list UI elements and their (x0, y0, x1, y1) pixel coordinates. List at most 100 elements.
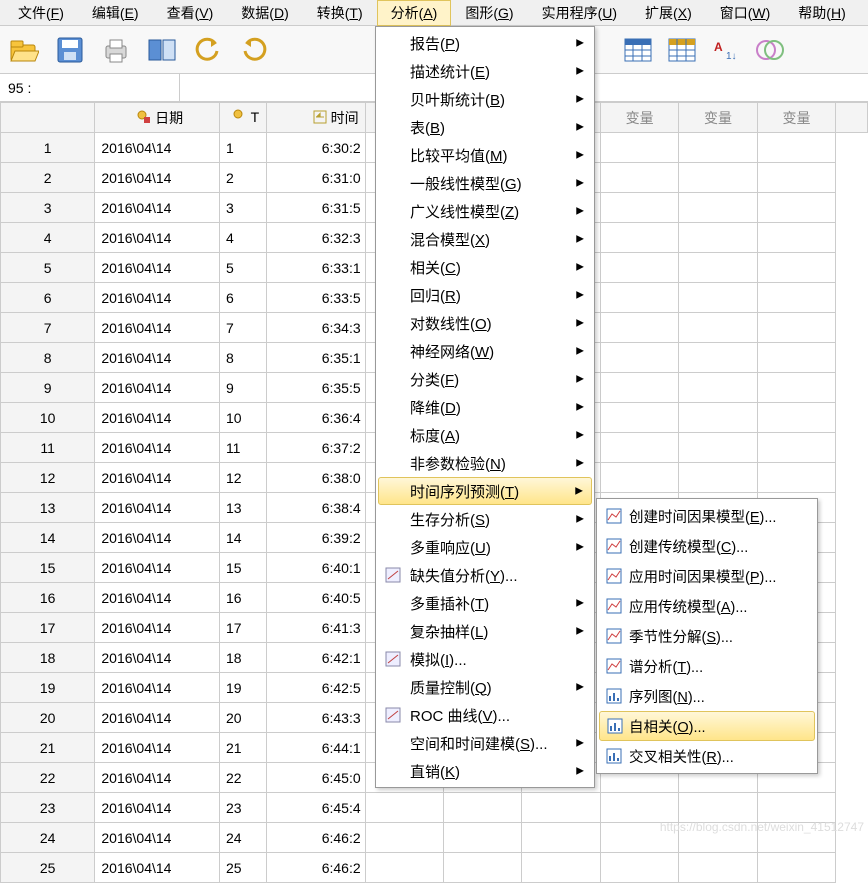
table-row[interactable]: 242016\04\14246:46:2 (1, 823, 868, 853)
recall-icon[interactable] (146, 34, 178, 66)
cell-empty[interactable] (679, 463, 757, 493)
cell-t[interactable]: 13 (219, 493, 266, 523)
cell-date[interactable]: 2016\04\14 (95, 433, 220, 463)
redo-icon[interactable] (238, 34, 270, 66)
cell-time[interactable]: 6:36:4 (266, 403, 365, 433)
cell-empty[interactable] (600, 793, 678, 823)
submenu-item[interactable]: 自相关(O)... (599, 711, 815, 741)
cell-empty[interactable] (679, 373, 757, 403)
menubar-item-d[interactable]: 数据(D) (227, 0, 302, 26)
cell-empty[interactable] (757, 793, 835, 823)
print-icon[interactable] (100, 34, 132, 66)
cell-empty[interactable] (444, 853, 522, 883)
cell-time[interactable]: 6:33:1 (266, 253, 365, 283)
cell-time[interactable]: 6:46:2 (266, 823, 365, 853)
cell-time[interactable]: 6:32:3 (266, 223, 365, 253)
cell-empty[interactable] (757, 433, 835, 463)
cell-empty[interactable] (365, 793, 443, 823)
cell-time[interactable]: 6:30:2 (266, 133, 365, 163)
cell-empty[interactable] (757, 463, 835, 493)
grid1-icon[interactable] (622, 34, 654, 66)
row-header[interactable]: 9 (1, 373, 95, 403)
cell-t[interactable]: 6 (219, 283, 266, 313)
cell-t[interactable]: 15 (219, 553, 266, 583)
cell-time[interactable]: 6:31:0 (266, 163, 365, 193)
cell-empty[interactable] (600, 463, 678, 493)
submenu-item[interactable]: 交叉相关性(R)... (599, 741, 815, 771)
cell-empty[interactable] (600, 313, 678, 343)
cell-date[interactable]: 2016\04\14 (95, 253, 220, 283)
undo-icon[interactable] (192, 34, 224, 66)
cell-empty[interactable] (600, 193, 678, 223)
cell-t[interactable]: 4 (219, 223, 266, 253)
submenu-item[interactable]: 序列图(N)... (599, 681, 815, 711)
menu-item[interactable]: 相关(C)▶ (378, 253, 592, 281)
cell-empty[interactable] (757, 343, 835, 373)
menubar-item-v[interactable]: 查看(V) (153, 0, 228, 26)
row-header[interactable]: 13 (1, 493, 95, 523)
menu-item[interactable]: 一般线性模型(G)▶ (378, 169, 592, 197)
cell-empty[interactable] (757, 253, 835, 283)
cell-date[interactable]: 2016\04\14 (95, 163, 220, 193)
submenu-item[interactable]: 创建时间因果模型(E)... (599, 501, 815, 531)
cell-time[interactable]: 6:40:5 (266, 583, 365, 613)
cell-empty[interactable] (600, 283, 678, 313)
col-header-var6[interactable]: 变量 (757, 103, 835, 133)
cell-t[interactable]: 3 (219, 193, 266, 223)
cell-empty[interactable] (600, 373, 678, 403)
cell-empty[interactable] (600, 853, 678, 883)
cell-empty[interactable] (600, 343, 678, 373)
cell-t[interactable]: 17 (219, 613, 266, 643)
cell-t[interactable]: 18 (219, 643, 266, 673)
cell-empty[interactable] (600, 403, 678, 433)
col-header-var5[interactable]: 变量 (679, 103, 757, 133)
menu-item[interactable]: 贝叶斯统计(B)▶ (378, 85, 592, 113)
menu-item[interactable]: 表(B)▶ (378, 113, 592, 141)
corner-header[interactable] (1, 103, 95, 133)
cell-date[interactable]: 2016\04\14 (95, 493, 220, 523)
row-header[interactable]: 24 (1, 823, 95, 853)
cell-t[interactable]: 21 (219, 733, 266, 763)
cell-empty[interactable] (757, 133, 835, 163)
cell-t[interactable]: 24 (219, 823, 266, 853)
menu-item[interactable]: 多重响应(U)▶ (378, 533, 592, 561)
row-header[interactable]: 5 (1, 253, 95, 283)
submenu-item[interactable]: 季节性分解(S)... (599, 621, 815, 651)
cell-t[interactable]: 7 (219, 313, 266, 343)
row-header[interactable]: 1 (1, 133, 95, 163)
cell-empty[interactable] (600, 433, 678, 463)
menu-item[interactable]: 空间和时间建模(S)...▶ (378, 729, 592, 757)
col-header-t[interactable]: T (219, 103, 266, 133)
cell-time[interactable]: 6:31:5 (266, 193, 365, 223)
cell-time[interactable]: 6:37:2 (266, 433, 365, 463)
menu-item[interactable]: 标度(A)▶ (378, 421, 592, 449)
menubar-item-w[interactable]: 窗口(W) (706, 0, 785, 26)
cell-time[interactable]: 6:38:4 (266, 493, 365, 523)
row-header[interactable]: 7 (1, 313, 95, 343)
cell-date[interactable]: 2016\04\14 (95, 673, 220, 703)
cell-time[interactable]: 6:46:2 (266, 853, 365, 883)
submenu-item[interactable]: 谱分析(T)... (599, 651, 815, 681)
row-header[interactable]: 3 (1, 193, 95, 223)
table-row[interactable]: 232016\04\14236:45:4 (1, 793, 868, 823)
cell-empty[interactable] (444, 823, 522, 853)
cell-empty[interactable] (679, 253, 757, 283)
menu-item[interactable]: ROC 曲线(V)... (378, 701, 592, 729)
cell-empty[interactable] (679, 313, 757, 343)
cell-t[interactable]: 20 (219, 703, 266, 733)
cell-time[interactable]: 6:35:1 (266, 343, 365, 373)
menubar-item-h[interactable]: 帮助(H) (784, 0, 859, 26)
cell-date[interactable]: 2016\04\14 (95, 523, 220, 553)
cell-date[interactable]: 2016\04\14 (95, 373, 220, 403)
menu-item[interactable]: 直销(K)▶ (378, 757, 592, 785)
cell-t[interactable]: 14 (219, 523, 266, 553)
row-header[interactable]: 25 (1, 853, 95, 883)
cell-t[interactable]: 8 (219, 343, 266, 373)
cell-time[interactable]: 6:39:2 (266, 523, 365, 553)
cell-date[interactable]: 2016\04\14 (95, 133, 220, 163)
menu-item[interactable]: 比较平均值(M)▶ (378, 141, 592, 169)
menu-item[interactable]: 非参数检验(N)▶ (378, 449, 592, 477)
cell-date[interactable]: 2016\04\14 (95, 553, 220, 583)
cell-t[interactable]: 10 (219, 403, 266, 433)
cell-date[interactable]: 2016\04\14 (95, 763, 220, 793)
